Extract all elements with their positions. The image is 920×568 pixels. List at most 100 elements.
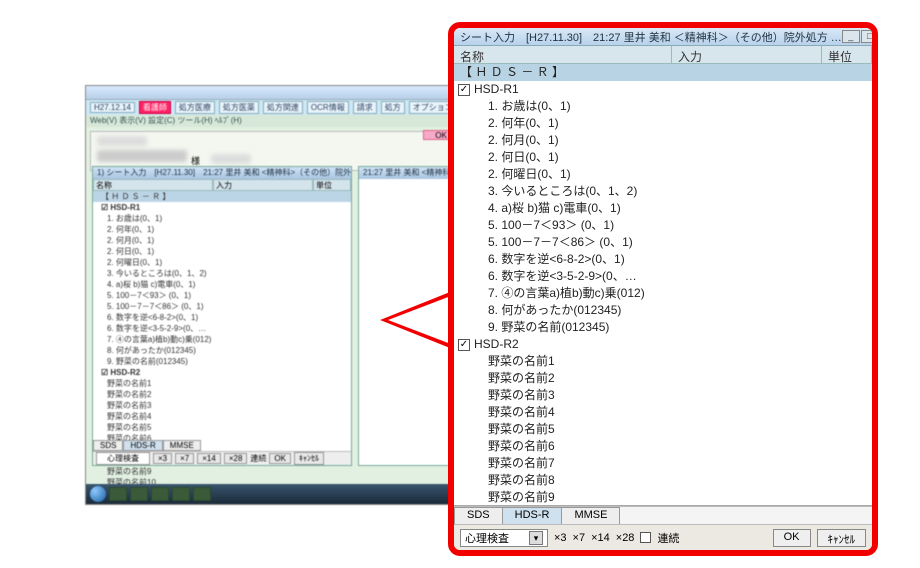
mult-x14[interactable]: ×14 <box>591 532 610 544</box>
taskbar-item[interactable] <box>151 487 169 501</box>
list-item[interactable]: 野菜の名前4 <box>93 411 351 422</box>
bg-role-tab[interactable]: 看護師 <box>139 101 171 114</box>
list-item[interactable]: 1. お歳は(0、1) <box>454 98 872 115</box>
bg-tool-3[interactable]: OCR情報 <box>307 101 349 114</box>
list-item[interactable]: 5. 100－7－7＜86＞ (0、1) <box>93 301 351 312</box>
list-item[interactable]: 5. 100－7－7＜86＞ (0、1) <box>454 234 872 251</box>
list-item[interactable]: 7. ④の言葉a)植b)動c)乗(012) <box>93 334 351 345</box>
bg-sheet-panel: 1) シート入力 [H27.11.30] 21:27 里井 美和 <精神科>（そ… <box>92 166 352 466</box>
category-combo[interactable]: 心理検査 ▾ <box>460 529 548 547</box>
list-item[interactable]: 野菜の名前1 <box>454 353 872 370</box>
cancel-button[interactable]: ｷｬﾝｾﾙ <box>817 529 867 547</box>
list-item[interactable]: 野菜の名前3 <box>454 387 872 404</box>
list-item[interactable]: 野菜の名前5 <box>454 421 872 438</box>
bg-row-group1[interactable]: ☑ HSD-R1 <box>93 202 351 213</box>
list-item[interactable]: 2. 何年(0、1) <box>454 115 872 132</box>
bg-date-tab[interactable]: H27.12.14 <box>90 102 135 113</box>
list-item[interactable]: 2. 何曜日(0、1) <box>454 166 872 183</box>
list-item[interactable]: 野菜の名前1 <box>93 378 351 389</box>
group-label: HSD-R1 <box>474 81 519 98</box>
list-item[interactable]: 野菜の名前9 <box>454 489 872 506</box>
list-item[interactable]: 2. 何曜日(0、1) <box>93 257 351 268</box>
list-item[interactable]: 野菜の名前7 <box>454 455 872 472</box>
list-item[interactable]: 6. 数字を逆<3-5-2-9>(0、… <box>454 268 872 285</box>
callout-tabs: SDS HDS-R MMSE <box>454 506 872 524</box>
group-label: HSD-R2 <box>474 336 519 353</box>
bg-tool-1[interactable]: 処方医薬 <box>219 101 259 114</box>
continuous-label: 連続 <box>657 530 679 546</box>
list-item[interactable]: 1. お歳は(0、1) <box>93 213 351 224</box>
list-item[interactable]: 6. 数字を逆<3-5-2-9>(0、… <box>93 323 351 334</box>
callout-titlebar: シート入力 [H27.11.30] 21:27 里井 美和 ＜精神科＞（その他）… <box>454 28 872 46</box>
mult-x3[interactable]: ×3 <box>554 532 567 544</box>
list-item[interactable]: 5. 100－7＜93＞ (0、1) <box>454 217 872 234</box>
list-item[interactable]: 8. 何があったか(012345) <box>454 302 872 319</box>
taskbar-item[interactable] <box>130 487 148 501</box>
chevron-down-icon[interactable]: ▾ <box>529 531 543 545</box>
list-item[interactable]: 野菜の名前8 <box>454 472 872 489</box>
start-orb-icon[interactable] <box>90 486 106 502</box>
row-group-hsd-r2[interactable]: ✓ HSD-R2 <box>454 336 872 353</box>
bg-btn-cancel[interactable]: ｷｬﾝｾﾙ <box>294 452 324 465</box>
bg-tab-hdsr[interactable]: HDS-R <box>123 440 162 451</box>
list-item[interactable]: 野菜の名前2 <box>93 389 351 400</box>
bg-col-input: 入力 <box>213 179 313 191</box>
bg-combo[interactable]: 心理検査 <box>96 452 150 465</box>
taskbar-item[interactable] <box>109 487 127 501</box>
list-item[interactable]: 3. 今いるところは(0、1、2) <box>454 183 872 200</box>
list-item[interactable]: 2. 何年(0、1) <box>93 224 351 235</box>
minimize-icon[interactable]: _ <box>842 30 860 43</box>
row-group-hsd-r1[interactable]: ✓ HSD-R1 <box>454 81 872 98</box>
list-item[interactable]: 野菜の名前2 <box>454 370 872 387</box>
checkbox-icon[interactable]: ✓ <box>458 339 470 351</box>
bg-row-section: 【 Ｈ Ｄ Ｓ － Ｒ 】 <box>93 191 351 202</box>
tab-sds[interactable]: SDS <box>454 507 503 524</box>
bg-mult-2[interactable]: ×14 <box>197 453 221 464</box>
tab-hdsr[interactable]: HDS-R <box>502 507 563 524</box>
list-item[interactable]: 2. 何月(0、1) <box>454 132 872 149</box>
maximize-icon[interactable]: □ <box>861 30 872 43</box>
list-item[interactable]: 2. 何日(0、1) <box>93 246 351 257</box>
bg-patient-extra-blur <box>211 154 251 164</box>
mult-x28[interactable]: ×28 <box>616 532 635 544</box>
taskbar-item[interactable] <box>172 487 190 501</box>
bg-tool-2[interactable]: 処方関連 <box>263 101 303 114</box>
list-item[interactable]: 野菜の名前9 <box>93 466 351 477</box>
list-item[interactable]: 野菜の名前3 <box>93 400 351 411</box>
tab-mmse[interactable]: MMSE <box>561 507 620 524</box>
bg-tool-5[interactable]: 処方 <box>381 101 405 114</box>
bg-btn-ok[interactable]: OK <box>269 453 291 464</box>
mult-x7[interactable]: ×7 <box>573 532 586 544</box>
list-item[interactable]: 6. 数字を逆<6-8-2>(0、1) <box>454 251 872 268</box>
list-item[interactable]: 2. 何月(0、1) <box>93 235 351 246</box>
bg-col-name: 名称 <box>93 179 213 191</box>
bg-tool-0[interactable]: 処方医療 <box>175 101 215 114</box>
list-item[interactable]: 2. 何日(0、1) <box>454 149 872 166</box>
bg-patient-name-blur <box>97 150 187 162</box>
list-item[interactable]: 9. 野菜の名前(012345) <box>454 319 872 336</box>
list-item[interactable]: 野菜の名前4 <box>454 404 872 421</box>
list-item[interactable]: 3. 今いるところは(0、1、2) <box>93 268 351 279</box>
continuous-checkbox[interactable] <box>640 532 651 543</box>
list-item[interactable]: 4. a)桜 b)猫 c)電車(0、1) <box>93 279 351 290</box>
checkbox-icon[interactable]: ✓ <box>458 84 470 96</box>
bg-tab-sds[interactable]: SDS <box>93 440 123 451</box>
list-item[interactable]: 5. 100－7＜93＞ (0、1) <box>93 290 351 301</box>
list-item[interactable]: 4. a)桜 b)猫 c)電車(0、1) <box>454 200 872 217</box>
list-item[interactable]: 8. 何があったか(012345) <box>93 345 351 356</box>
bg-sheet-header: 名称 入力 単位 <box>93 179 351 191</box>
list-item[interactable]: 6. 数字を逆<6-8-2>(0、1) <box>93 312 351 323</box>
bg-row-group2[interactable]: ☑ HSD-R2 <box>93 367 351 378</box>
list-item[interactable]: 野菜の名前6 <box>454 438 872 455</box>
list-item[interactable]: 野菜の名前5 <box>93 422 351 433</box>
list-item[interactable]: 7. ④の言葉a)植b)動c)乗(012) <box>454 285 872 302</box>
bg-mult-3[interactable]: ×28 <box>224 453 248 464</box>
taskbar-item[interactable] <box>193 487 211 501</box>
bg-mult-0[interactable]: ×3 <box>153 453 172 464</box>
list-item[interactable]: 9. 野菜の名前(012345) <box>93 356 351 367</box>
bg-tool-4[interactable]: 請求 <box>353 101 377 114</box>
bg-mult-1[interactable]: ×7 <box>175 453 194 464</box>
bg-tab-mmse[interactable]: MMSE <box>163 440 201 451</box>
ok-button[interactable]: OK <box>773 529 811 547</box>
section-label: 【 Ｈ Ｄ Ｓ － Ｒ 】 <box>460 64 564 81</box>
